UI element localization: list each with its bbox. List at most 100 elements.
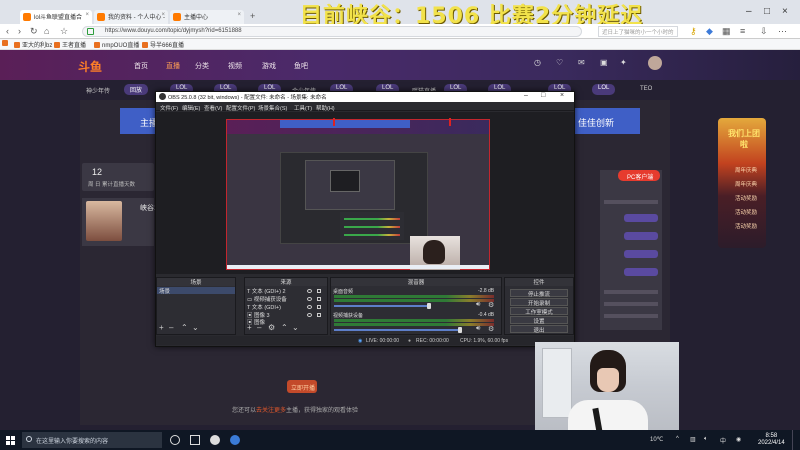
source-item[interactable]: T 文本 (GDI+) (247, 303, 281, 311)
browser-search-input[interactable]: 近日上了猫咪的小一个小时的 (598, 26, 678, 37)
close-icon[interactable]: × (85, 12, 89, 18)
lock-source-icon[interactable] (317, 305, 321, 309)
panel-button[interactable] (624, 232, 658, 240)
lock-source-icon[interactable] (317, 297, 321, 301)
source-settings-gear-icon[interactable]: ⚙ (268, 323, 275, 332)
start-recording-button[interactable]: 开始录制 (510, 298, 568, 307)
extension-shield-icon[interactable]: ◆ (706, 26, 713, 37)
add-source-icon[interactable]: + (247, 323, 252, 332)
bottom-note-link[interactable]: 去关注更多 (256, 408, 286, 414)
new-tab-icon[interactable]: + (250, 11, 255, 21)
ime-text[interactable]: 中 (720, 436, 726, 445)
source-item[interactable]: T 文本 (GDI+) 2 (247, 287, 286, 295)
visibility-eye-icon[interactable] (307, 313, 312, 317)
windows-start-icon[interactable] (6, 436, 15, 445)
category-button[interactable]: LOL (592, 84, 616, 95)
lock-source-icon[interactable] (317, 289, 321, 293)
promo-item[interactable]: 活动奖励 (735, 208, 757, 216)
promo-item[interactable]: 活动奖励 (735, 222, 757, 230)
promo-item[interactable]: 周年庆典 (735, 166, 757, 174)
show-desktop-button[interactable] (792, 430, 800, 450)
task-view-icon[interactable] (190, 435, 200, 445)
gear-icon[interactable]: ⚙ (488, 325, 494, 333)
tab-douyu-lol[interactable]: lol斗鱼联盟直播合 × (20, 10, 92, 24)
remove-scene-icon[interactable]: – (169, 323, 173, 332)
extension-key-icon[interactable]: ⚷ (690, 26, 697, 37)
obs-taskbar-icon[interactable] (210, 435, 220, 445)
nav-category[interactable]: 分类 (195, 61, 209, 71)
stop-streaming-button[interactable]: 停止推流 (510, 289, 568, 298)
bookmark-star-icon[interactable]: ☆ (60, 26, 68, 37)
message-icon[interactable]: ✉ (578, 58, 585, 67)
download-app-icon[interactable]: ▣ (600, 58, 608, 67)
studio-mode-button[interactable]: 工作室模式 (510, 307, 568, 316)
tab-anchor-center[interactable]: 主播中心 × (170, 10, 244, 24)
taskbar-search-input[interactable]: 在这里输入你要搜索的内容 (22, 432, 162, 448)
more-icon[interactable]: ⋯ (778, 26, 787, 37)
extensions-icon[interactable]: ▦ (722, 26, 731, 37)
panel-button[interactable] (624, 214, 658, 222)
nav-games[interactable]: 游戏 (262, 61, 276, 71)
bookmark-item[interactable]: 王者直播 (54, 40, 86, 49)
nav-video[interactable]: 视频 (228, 61, 242, 71)
downloads-icon[interactable]: ⇩ (760, 26, 768, 37)
category-button[interactable]: 回放 (124, 84, 149, 95)
remove-source-icon[interactable]: – (257, 323, 261, 332)
panel-button[interactable] (624, 250, 658, 258)
obs-menu-view[interactable]: 查看(V) (204, 104, 222, 112)
volume-icon[interactable]: 🔈︎ (704, 436, 708, 443)
settings-button[interactable]: 设置 (510, 316, 568, 325)
obs-menu-help[interactable]: 帮助(H) (316, 104, 335, 112)
close-icon[interactable]: × (161, 12, 165, 18)
nav-home[interactable]: 首页 (134, 61, 148, 71)
close-icon[interactable]: × (237, 12, 241, 18)
speaker-icon[interactable]: 🔊︎ (476, 301, 480, 309)
scene-item[interactable]: 场景 (157, 287, 235, 295)
lock-source-icon[interactable] (317, 313, 321, 317)
visibility-eye-icon[interactable] (307, 289, 312, 293)
nav-yuba[interactable]: 鱼吧 (294, 61, 308, 71)
pc-client-button[interactable]: PC客户端 (618, 170, 660, 181)
volume-knob[interactable] (427, 303, 432, 309)
maximize-icon[interactable]: □ (764, 6, 770, 17)
close-window-icon[interactable]: × (782, 6, 788, 17)
visibility-eye-icon[interactable] (307, 305, 312, 309)
obs-menu-file[interactable]: 文件(F) (160, 104, 178, 112)
cortana-icon[interactable] (170, 435, 180, 445)
home-icon[interactable]: ⌂ (44, 26, 49, 36)
volume-knob[interactable] (458, 327, 462, 333)
tab-my-profile[interactable]: 我的资料 - 个人中心 - × (94, 10, 168, 24)
avatar[interactable] (648, 56, 662, 70)
move-down-icon[interactable]: ⌄ (292, 323, 299, 332)
start-broadcast-button[interactable]: 立即开播 (287, 380, 317, 393)
browser-taskbar-icon[interactable] (230, 435, 240, 445)
anchor-avatar[interactable] (86, 201, 122, 241)
bookmarks-apps-icon[interactable] (2, 40, 10, 47)
volume-slider[interactable] (334, 329, 460, 331)
source-item[interactable]: ▭ 视频捕获设备 (247, 295, 287, 303)
obs-menu-tools[interactable]: 工具(T) (294, 104, 312, 112)
back-icon[interactable]: ‹ (6, 26, 9, 36)
move-up-icon[interactable]: ⌃ (281, 323, 288, 332)
minimize-icon[interactable]: – (746, 6, 752, 17)
gear-icon[interactable]: ⚙ (488, 301, 494, 309)
obs-maximize-icon[interactable]: □ (541, 92, 545, 99)
bookmark-item[interactable]: nmpOUO直播 (94, 40, 139, 49)
clock[interactable]: 8:58 2022/4/14 (758, 433, 785, 447)
obs-menu-profile[interactable]: 配置文件(P) (226, 104, 255, 112)
menu-icon[interactable]: ≡ (740, 26, 745, 36)
bookmark-item[interactable]: 导半666直播 (142, 40, 184, 49)
url-input[interactable]: https://www.douyu.com/topic/dyjmysh?rid=… (82, 26, 582, 37)
panel-button[interactable] (624, 268, 658, 276)
selected-source-bounds[interactable] (333, 118, 451, 126)
speaker-icon[interactable]: 🔊︎ (476, 325, 480, 333)
forward-icon[interactable]: › (18, 26, 21, 36)
history-icon[interactable]: ◷ (534, 58, 541, 67)
network-icon[interactable]: ▥ (690, 436, 696, 443)
site-logo[interactable]: 斗鱼 (78, 58, 102, 75)
obs-menu-edit[interactable]: 编辑(E) (182, 104, 200, 112)
obs-close-icon[interactable]: × (560, 92, 564, 99)
tray-chevron-icon[interactable]: ^ (676, 436, 679, 442)
gift-icon[interactable]: ✦ (620, 58, 627, 67)
app-tray-icon[interactable]: ◉ (736, 436, 741, 443)
